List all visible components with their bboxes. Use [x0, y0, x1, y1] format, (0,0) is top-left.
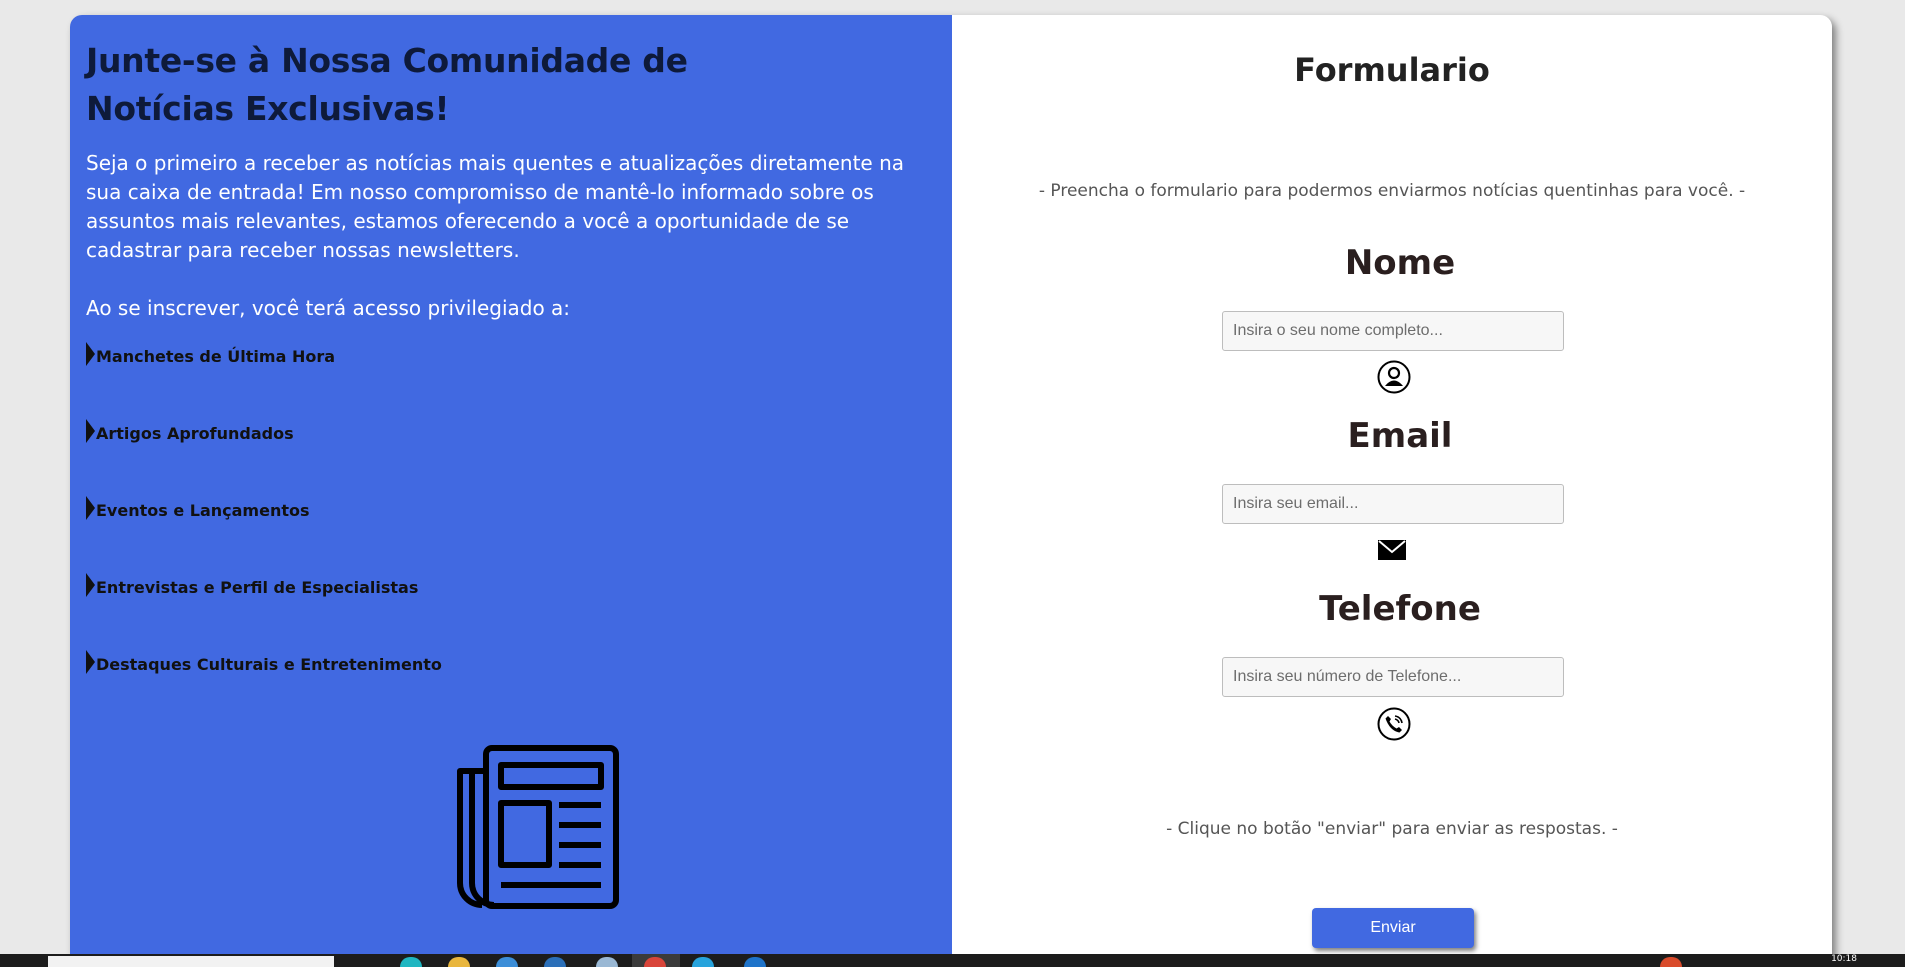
envelope-icon: [1378, 540, 1406, 560]
list-item: Destaques Culturais e Entretenimento: [86, 645, 936, 722]
signup-card: Junte-se à Nossa Comunidade de Notícias …: [70, 15, 1832, 967]
taskbar-clock[interactable]: 10:18: [1831, 954, 1857, 964]
form-panel: Formulario - Preencha o formulario para …: [952, 15, 1832, 967]
taskbar-app-icon[interactable]: [496, 957, 518, 967]
info-panel: Junte-se à Nossa Comunidade de Notícias …: [70, 15, 952, 967]
list-item: Eventos e Lançamentos: [86, 491, 936, 568]
name-field[interactable]: [1222, 311, 1564, 351]
taskbar-app-icon[interactable]: [692, 957, 714, 967]
benefits-list: Manchetes de Última Hora Artigos Aprofun…: [86, 337, 936, 722]
form-subtitle: - Preencha o formulario para podermos en…: [1038, 181, 1746, 201]
taskbar: 10:18: [0, 954, 1905, 967]
phone-label: Telefone: [1319, 589, 1481, 629]
vscode-icon[interactable]: [744, 957, 766, 967]
taskbar-search-input[interactable]: [48, 956, 334, 967]
triangle-bullet-icon: [86, 419, 95, 443]
page-title: Junte-se à Nossa Comunidade de Notícias …: [86, 41, 688, 128]
list-item: Manchetes de Última Hora: [86, 337, 936, 414]
submit-button[interactable]: Enviar: [1312, 908, 1474, 948]
form-title: Formulario: [1294, 51, 1490, 89]
list-item: Entrevistas e Perfil de Especialistas: [86, 568, 936, 645]
submit-hint: - Clique no botão "enviar" para enviar a…: [1166, 819, 1618, 839]
user-icon: [1377, 360, 1411, 394]
triangle-bullet-icon: [86, 496, 95, 520]
newspaper-icon: [457, 745, 619, 909]
tray-icon[interactable]: [1660, 957, 1682, 967]
folder-icon[interactable]: [448, 957, 470, 967]
triangle-bullet-icon: [86, 573, 95, 597]
triangle-bullet-icon: [86, 342, 95, 366]
email-field[interactable]: [1222, 484, 1564, 524]
email-label: Email: [1347, 416, 1453, 456]
taskbar-app-icon[interactable]: [596, 957, 618, 967]
name-label: Nome: [1344, 243, 1456, 283]
benefits-intro: Ao se inscrever, você terá acesso privil…: [86, 296, 571, 320]
phone-icon: [1377, 707, 1411, 741]
intro-text: Seja o primeiro a receber as notícias ma…: [86, 151, 905, 262]
taskbar-app-icon[interactable]: [400, 957, 422, 967]
phone-field[interactable]: [1222, 657, 1564, 697]
taskbar-app-icon[interactable]: [544, 957, 566, 967]
list-item: Artigos Aprofundados: [86, 414, 936, 491]
triangle-bullet-icon: [86, 650, 95, 674]
